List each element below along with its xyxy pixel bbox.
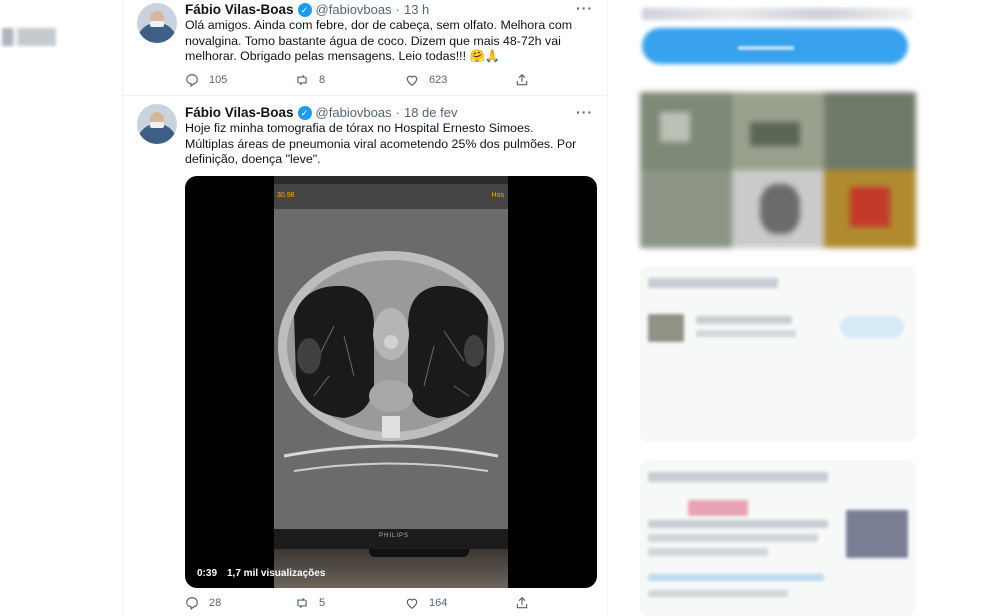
heart-icon (406, 598, 418, 609)
monitor-brand: PHILIPS (379, 533, 410, 539)
tweet-actions: 105 8 623 (185, 73, 545, 87)
monitor-stand (369, 549, 469, 557)
avatar[interactable] (137, 104, 177, 144)
retweet-icon (297, 74, 307, 86)
monitor-readout-left: 30.98 (277, 192, 295, 199)
like-count: 164 (429, 597, 448, 609)
share-icon (516, 596, 528, 609)
search-bar-blurred[interactable] (642, 8, 912, 20)
avatar[interactable] (137, 3, 177, 43)
reply-icon (186, 597, 198, 610)
trend-title-blurred (648, 520, 828, 528)
tweet-time[interactable]: 13 h (404, 2, 429, 17)
share-button[interactable] (515, 596, 545, 610)
retweet-icon (297, 597, 307, 609)
trend-meta-blurred (648, 590, 788, 597)
ct-scan-image (278, 251, 504, 472)
reply-icon (186, 74, 198, 87)
media-grid-blurred[interactable] (640, 92, 916, 248)
separator: · (395, 2, 400, 17)
retweet-count: 5 (319, 597, 326, 609)
reply-button[interactable]: 105 (185, 73, 295, 87)
trend-tag-blurred (688, 500, 748, 516)
suggestion-avatar-blurred[interactable] (648, 314, 684, 342)
reply-count: 105 (209, 74, 228, 86)
more-options-icon[interactable]: ··· (576, 0, 593, 16)
monitor-bezel (274, 529, 508, 549)
reply-count: 28 (209, 597, 222, 609)
video-views: 1,7 mil visualizações (227, 568, 326, 579)
follow-button-blurred[interactable] (840, 316, 904, 338)
trend-meta-blurred (648, 574, 824, 581)
monitor-readout-right: Hos (491, 192, 504, 199)
retweet-button[interactable]: 8 (295, 73, 405, 87)
monitor-header (274, 184, 508, 209)
card-heading-blurred (648, 278, 778, 288)
trend-line-blurred (648, 548, 768, 556)
card-heading-blurred (648, 472, 828, 482)
tweet-text: Olá amigos. Ainda com febre, dor de cabe… (185, 18, 573, 63)
trends-card-blurred (640, 460, 916, 616)
who-to-follow-card-blurred (640, 266, 916, 442)
heart-icon (406, 75, 418, 86)
tweet-time[interactable]: 18 de fev (404, 105, 458, 120)
suggestion-name-blurred (696, 316, 792, 324)
video-player[interactable]: 30.98 Hos PHILIPS 0:39 1,7 mil visualiza… (185, 176, 597, 588)
share-icon (516, 73, 528, 86)
author-handle[interactable]: @fabiovboas (316, 2, 392, 17)
retweet-count: 8 (319, 74, 326, 86)
trend-thumbnail-blurred[interactable] (846, 510, 908, 558)
tweet[interactable]: Fábio Vilas-Boas ✓ @fabiovboas · 18 de f… (123, 96, 607, 616)
video-duration: 0:39 (197, 568, 218, 579)
right-sidebar-blurred (630, 0, 920, 616)
sidebar-button-label-blurred (738, 46, 794, 50)
author-name[interactable]: Fábio Vilas-Boas (185, 2, 294, 17)
like-count: 623 (429, 74, 448, 86)
tweet-header: Fábio Vilas-Boas ✓ @fabiovboas · 18 de f… (185, 105, 457, 120)
suggestion-handle-blurred (696, 330, 796, 337)
tweet-header: Fábio Vilas-Boas ✓ @fabiovboas · 13 h (185, 2, 429, 17)
left-nav-blurred (2, 28, 56, 46)
verified-badge-icon: ✓ (297, 2, 312, 17)
tweet[interactable]: Fábio Vilas-Boas ✓ @fabiovboas · 13 h ··… (123, 0, 607, 96)
like-button[interactable]: 623 (405, 73, 515, 87)
verified-badge-icon: ✓ (297, 105, 312, 120)
trend-line-blurred (648, 534, 818, 542)
author-handle[interactable]: @fabiovboas (316, 105, 392, 120)
author-name[interactable]: Fábio Vilas-Boas (185, 105, 294, 120)
like-button[interactable]: 164 (405, 596, 515, 610)
video-frame: 30.98 Hos PHILIPS (274, 176, 508, 588)
share-button[interactable] (515, 73, 545, 87)
retweet-button[interactable]: 5 (295, 596, 405, 610)
tweet-actions: 28 5 164 (185, 596, 545, 610)
timeline: Fábio Vilas-Boas ✓ @fabiovboas · 13 h ··… (122, 0, 608, 616)
separator: · (395, 105, 400, 120)
tweet-text: Hoje fiz minha tomografia de tórax no Ho… (185, 121, 577, 166)
more-options-icon[interactable]: ··· (576, 104, 593, 120)
reply-button[interactable]: 28 (185, 596, 295, 610)
